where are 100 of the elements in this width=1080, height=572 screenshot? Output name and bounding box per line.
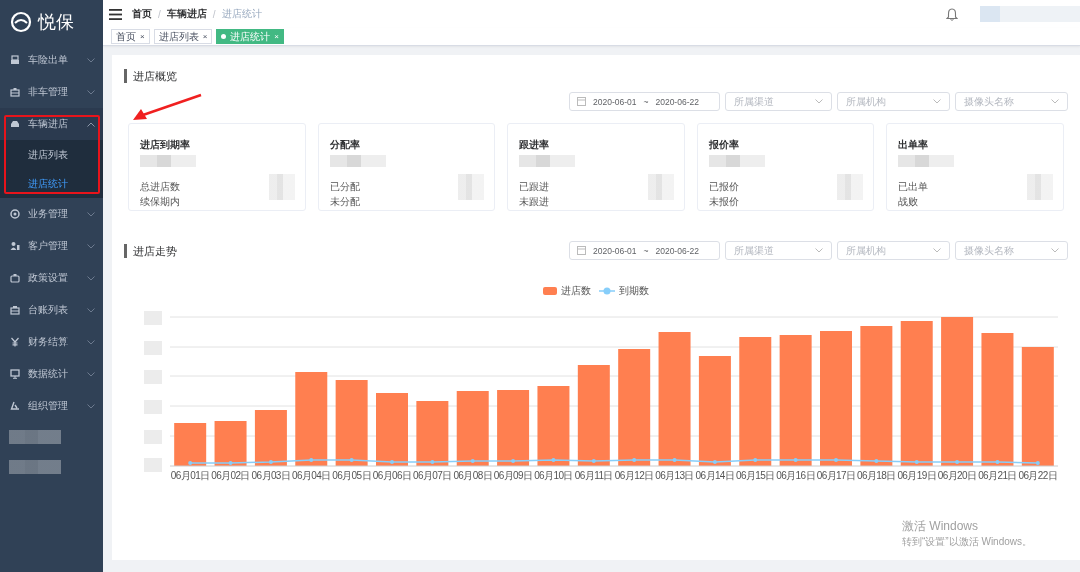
- bar: [214, 421, 247, 466]
- settings-icon: [10, 209, 20, 219]
- logo-text: 悦保: [38, 11, 74, 34]
- section-title: 进店走势: [124, 243, 177, 258]
- arrow-drawing: [131, 93, 203, 123]
- card-title: 跟进率: [519, 138, 551, 152]
- chevron-down-icon: [815, 99, 823, 104]
- menu-item[interactable]: 业务管理: [0, 198, 103, 230]
- date-range-field[interactable]: 2020-06-01 ~ 2020-06-22: [569, 241, 720, 260]
- card-label: 已跟进: [519, 180, 551, 194]
- menu-icon: [109, 8, 122, 20]
- chevron-down-icon: [1051, 99, 1059, 104]
- people-icon: [10, 241, 20, 251]
- axis-label: 06月16日: [776, 470, 815, 481]
- blurred-block: [1026, 174, 1053, 200]
- chevron-down-icon: [87, 307, 95, 313]
- submenu-item[interactable]: 进店统计: [0, 169, 103, 198]
- briefcase-icon: [10, 87, 20, 97]
- menu-item[interactable]: 客户管理: [0, 230, 103, 262]
- activation-title: 激活 Windows: [902, 518, 979, 535]
- briefcase-icon: [10, 305, 20, 315]
- menu-item[interactable]: 政策设置: [0, 262, 103, 294]
- card-label: 战败: [898, 195, 920, 209]
- menu-item[interactable]: 财务结算: [0, 326, 103, 358]
- chevron-down-icon: [87, 211, 95, 217]
- chevron-down-icon: [933, 99, 941, 104]
- breadcrumb-item[interactable]: 车辆进店: [166, 7, 207, 21]
- axis-label: 06月21日: [978, 470, 1017, 481]
- axis-label: 06月17日: [816, 470, 856, 481]
- calendar-icon: [577, 97, 586, 106]
- activation-text: 转到“设置”以激活 Windows。: [902, 535, 1032, 549]
- blurred-block: [9, 460, 61, 474]
- chevron-down-icon: [87, 57, 95, 63]
- blurred-block: [519, 155, 576, 167]
- axis-label: 06月04日: [291, 470, 331, 481]
- card-title: 进店到期率: [140, 138, 191, 152]
- axis-label: 06月05日: [332, 470, 371, 481]
- card-label: 续保期内: [140, 195, 181, 209]
- legend-label: 到期数: [619, 284, 649, 298]
- axis-label: 06月10日: [534, 470, 573, 481]
- card-label: 未分配: [329, 195, 361, 209]
- axis-label: 06月22日: [1018, 470, 1058, 481]
- blurred-block: [647, 174, 674, 200]
- car-icon: [10, 119, 20, 129]
- axis-label: 06月09日: [493, 470, 533, 481]
- menu-item[interactable]: 车辆进店: [0, 108, 103, 140]
- menu-item[interactable]: 数据统计: [0, 358, 103, 390]
- card-label: 未报价: [708, 195, 740, 209]
- submenu-item[interactable]: 进店列表: [0, 140, 103, 169]
- tab[interactable]: 进店列表 ×: [153, 29, 213, 44]
- date-range-field[interactable]: 2020-06-01 ~ 2020-06-22: [569, 92, 720, 111]
- close-icon[interactable]: ×: [202, 32, 208, 41]
- logo-icon: [10, 11, 32, 33]
- axis-label: 06月18日: [857, 470, 896, 481]
- blurred-block: [268, 174, 295, 200]
- axis-label: 06月03日: [251, 470, 291, 481]
- section-title: 进店概览: [124, 69, 1068, 83]
- blurred-block: [837, 174, 864, 200]
- bar: [416, 401, 449, 466]
- breadcrumb-item: 进店统计: [221, 7, 262, 21]
- chevron-down-icon: [87, 275, 95, 281]
- menu-item[interactable]: 车险出单: [0, 44, 103, 76]
- card-title: 分配率: [329, 138, 361, 152]
- printer-icon: [10, 55, 20, 65]
- card-label: 已分配: [329, 180, 361, 194]
- axis-label: 06月08日: [453, 470, 493, 481]
- tab[interactable]: 首页 ×: [111, 29, 150, 44]
- blurred-block: [9, 430, 61, 444]
- axis-label: 06月06日: [372, 470, 412, 481]
- blurred-block: [329, 155, 386, 167]
- menu-item[interactable]: 组织管理: [0, 390, 103, 422]
- briefcase-icon: [10, 273, 20, 283]
- chevron-down-icon: [87, 403, 95, 409]
- axis-label: 06月11日: [574, 470, 613, 481]
- axis-label: 06月01日: [170, 470, 210, 481]
- axis-label: 06月02日: [211, 470, 250, 481]
- blurred-block: [708, 155, 765, 167]
- card-label: 已出单: [898, 180, 930, 194]
- breadcrumb-item[interactable]: 首页: [132, 7, 152, 21]
- legend-label: 进店数: [561, 284, 591, 298]
- chevron-up-icon: [87, 121, 95, 127]
- card-label: 总进店数: [140, 180, 181, 194]
- tool-icon: [10, 401, 20, 411]
- dot-icon: [221, 34, 227, 39]
- menu-item[interactable]: 非车管理: [0, 76, 103, 108]
- menu-item[interactable]: 台账列表: [0, 294, 103, 326]
- axis-label: 06月19日: [897, 470, 937, 481]
- close-icon[interactable]: ×: [140, 32, 145, 41]
- chevron-down-icon: [87, 371, 95, 377]
- bar: [254, 410, 287, 466]
- bar: [174, 423, 207, 466]
- chevron-down-icon: [815, 248, 823, 253]
- chevron-down-icon: [87, 243, 95, 249]
- bell-icon: [946, 7, 958, 21]
- axis-label: 06月15日: [735, 470, 775, 481]
- chevron-down-icon: [1051, 248, 1059, 253]
- breadcrumb-separator: /: [212, 8, 216, 20]
- card-title: 出单率: [898, 138, 930, 152]
- monitor-icon: [10, 369, 20, 379]
- card-title: 报价率: [708, 138, 740, 152]
